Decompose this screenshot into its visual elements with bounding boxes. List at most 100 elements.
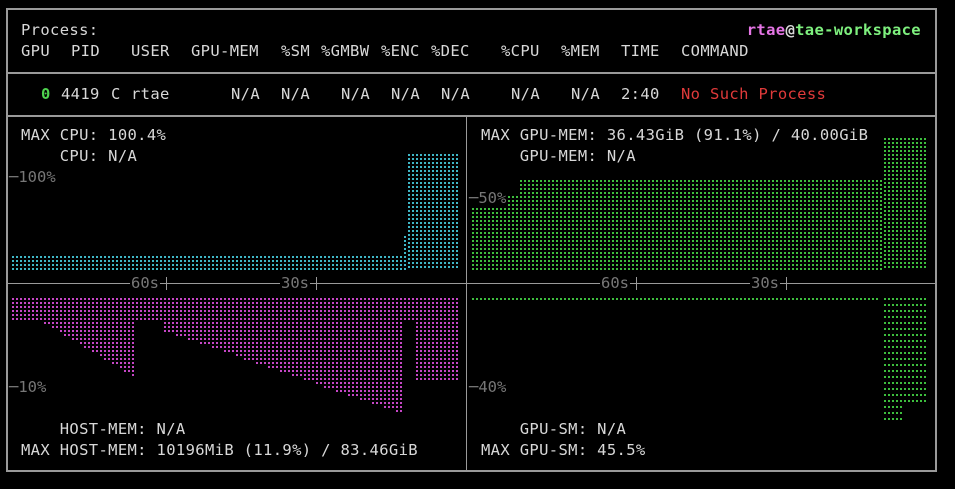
host-mem-dots <box>128 298 130 372</box>
host-mem-dots <box>380 298 382 404</box>
gpu-sm-dots <box>656 298 658 300</box>
gpu-sm-dots <box>592 298 594 300</box>
gpu-sm-dots <box>512 298 514 300</box>
gpu-mem-dots <box>520 180 522 270</box>
gpu-sm-dots <box>796 298 798 300</box>
cpu-dots <box>344 256 346 270</box>
cpu-dots <box>424 154 426 268</box>
cpu-dots <box>380 256 382 270</box>
gpu-sm-dots <box>776 298 778 300</box>
time-label-right-60s: 60s <box>600 273 630 293</box>
cpu-dots <box>40 256 42 270</box>
gpu-sm-dots <box>912 298 914 402</box>
cpu-dots <box>416 154 418 268</box>
gpu-mem-dots <box>532 180 534 270</box>
gpu-sm-dots <box>644 298 646 300</box>
gpu-mem-dots <box>620 180 622 270</box>
host-mem-dots <box>108 298 110 360</box>
cpu-dots <box>168 256 170 270</box>
gpu-sm-dots <box>668 298 670 300</box>
cpu-dots <box>448 154 450 268</box>
host-mem-dots <box>416 298 418 380</box>
cpu-dots <box>144 256 146 270</box>
gpu-mem-dots <box>720 180 722 270</box>
host-mem-dots <box>208 298 210 344</box>
host-mem-dots <box>340 298 342 392</box>
gpu-mem-dots <box>792 180 794 270</box>
cpu-dots <box>248 256 250 270</box>
gpu-mem-dots <box>768 180 770 270</box>
gpu-sm-dots <box>604 298 606 300</box>
host-mem-dots <box>392 298 394 408</box>
cpu-y-marker: ─100% <box>8 167 57 187</box>
cpu-dots <box>392 256 394 270</box>
gpu-sm-dots <box>824 298 826 300</box>
gpu-sm-dots <box>852 298 854 300</box>
host-mem-dots <box>96 298 98 352</box>
cpu-dots <box>28 256 30 270</box>
gpu-mem-dots <box>652 180 654 270</box>
gpu-mem-dots <box>644 180 646 270</box>
gpu-mem-dots <box>592 180 594 270</box>
host-mem-dots <box>36 298 38 320</box>
gpu-sm-dots <box>580 298 582 300</box>
host-mem-y-marker: ─10% <box>8 377 48 397</box>
gpu-mem-dots <box>896 138 898 268</box>
host-mem-dots <box>260 298 262 364</box>
cpu-dots <box>176 256 178 270</box>
host-mem-dots <box>456 298 458 380</box>
gpu-sm-dots <box>472 298 474 300</box>
host-mem-dots <box>228 298 230 352</box>
cpu-dots <box>136 256 138 270</box>
host-mem-dots <box>308 298 310 380</box>
cpu-dots <box>196 256 198 270</box>
gpu-sm-dots <box>888 298 890 420</box>
cpu-dots <box>112 256 114 270</box>
gpu-sm-dots <box>484 298 486 300</box>
cpu-dots <box>372 256 374 270</box>
gpu-sm-dots <box>664 298 666 300</box>
gpu-mem-dots <box>700 180 702 270</box>
cpu-dots <box>44 256 46 270</box>
gpu-mem-dots <box>512 196 514 270</box>
host-mem-dots <box>336 298 338 392</box>
gpu-mem-dots <box>516 196 518 270</box>
cpu-dots <box>340 256 342 270</box>
cpu-dots <box>308 256 310 270</box>
cpu-dots <box>48 256 50 270</box>
gpu-mem-dots <box>868 180 870 270</box>
gpu-mem-dots <box>632 180 634 270</box>
cpu-dots <box>24 256 26 270</box>
gpu-mem-dots <box>680 180 682 270</box>
host-mem-dots <box>292 298 294 376</box>
gpu-sm-dots <box>696 298 698 300</box>
host-mem-dots <box>68 298 70 336</box>
gpu-sm-dots <box>812 298 814 300</box>
cpu-dots <box>360 256 362 270</box>
host-mem-dots <box>444 298 446 380</box>
gpu-sm-dots <box>684 298 686 300</box>
gpu-sm-dots <box>516 298 518 300</box>
gpu-sm-dots <box>564 298 566 300</box>
gpu-mem-dots <box>552 180 554 270</box>
host-mem-dots <box>168 298 170 332</box>
gpu-mem-dots <box>628 180 630 270</box>
host-mem-dots <box>280 298 282 372</box>
cpu-dots <box>236 256 238 270</box>
host-mem-dots <box>84 298 86 348</box>
host-mem-dots <box>112 298 114 364</box>
cpu-dots <box>428 154 430 268</box>
gpu-mem-dots <box>692 180 694 270</box>
gpu-sm-dots <box>732 298 734 300</box>
host-mem-dots <box>328 298 330 388</box>
gpu-mem-dots <box>648 180 650 270</box>
gpu-sm-dots <box>920 298 922 402</box>
gpu-sm-dots <box>712 298 714 300</box>
gpu-mem-dots <box>536 180 538 270</box>
gpu-mem-dots <box>860 180 862 270</box>
cpu-dots <box>80 256 82 270</box>
host-mem-dots <box>372 298 374 404</box>
gpu-mem-dots <box>876 180 878 270</box>
cpu-dots <box>56 256 58 270</box>
host-mem-dots <box>356 298 358 396</box>
